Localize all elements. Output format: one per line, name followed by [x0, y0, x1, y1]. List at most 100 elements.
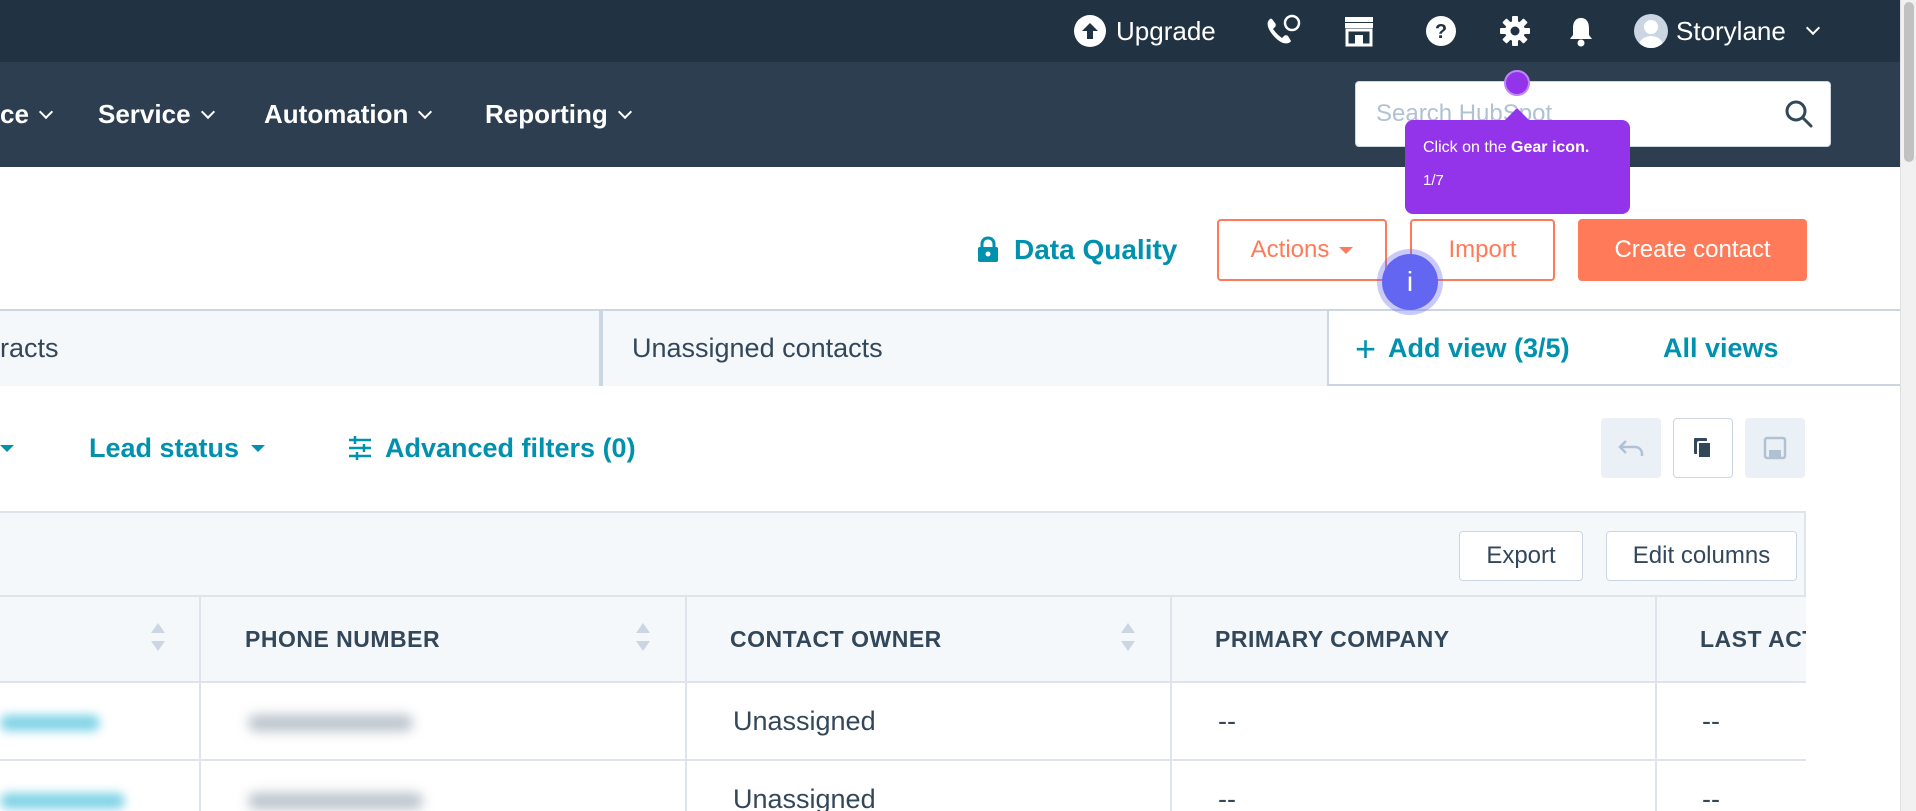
phone-number-redacted — [248, 715, 413, 731]
plus-icon: + — [1355, 327, 1377, 369]
nav-item-automation[interactable]: Automation — [264, 62, 433, 167]
caret-down-icon — [1339, 246, 1354, 254]
gear-icon[interactable] — [1495, 0, 1535, 62]
chevron-down-icon — [617, 104, 632, 119]
table-header: PHONE NUMBER CONTACT OWNER PRIMARY COMPA… — [0, 597, 1806, 683]
advanced-filters-label: Advanced filters (0) — [385, 432, 636, 463]
upgrade-arrow-icon — [1074, 15, 1106, 47]
column-divider — [685, 761, 687, 811]
chevron-down-icon — [418, 104, 433, 119]
chevron-down-icon — [200, 104, 215, 119]
cell-text: Unassigned — [733, 705, 876, 736]
guide-hotspot[interactable] — [1504, 70, 1530, 96]
sort-icon[interactable] — [636, 623, 650, 655]
filter-dropdown-partial[interactable] — [0, 424, 14, 472]
contact-name-redacted[interactable] — [0, 793, 125, 809]
nav-item-commerce[interactable]: ce — [0, 62, 53, 167]
tab-view-contacts[interactable]: racts — [0, 311, 601, 386]
svg-text:?: ? — [1435, 21, 1447, 43]
sort-icon[interactable] — [1121, 623, 1135, 655]
last-activity-cell: -- — [1702, 761, 1720, 811]
info-icon-label: i — [1382, 254, 1438, 310]
nav-item-reporting[interactable]: Reporting — [485, 62, 632, 167]
tooltip-text: Click on the Gear icon. — [1423, 138, 1612, 158]
calling-icon[interactable] — [1262, 0, 1302, 62]
top-bar: Upgrade ? Storylane — [0, 0, 1900, 62]
column-divider — [1170, 597, 1172, 681]
column-divider — [685, 597, 687, 681]
scrollbar-thumb[interactable] — [1904, 2, 1914, 162]
upgrade-button[interactable]: Upgrade — [1074, 0, 1216, 62]
undo-button[interactable] — [1601, 418, 1661, 478]
lead-status-filter[interactable]: Lead status — [89, 424, 266, 472]
info-icon[interactable]: i — [1377, 249, 1443, 315]
contact-name-redacted[interactable] — [0, 715, 100, 731]
view-tabs: racts Unassigned contacts + Add view (3/… — [0, 309, 1900, 386]
nav-item-label: Reporting — [485, 99, 608, 129]
column-header-label: PHONE NUMBER — [245, 625, 441, 652]
column-header-label: PRIMARY COMPANY — [1215, 625, 1450, 652]
lead-status-label: Lead status — [89, 432, 240, 463]
marketplace-icon[interactable] — [1339, 0, 1379, 62]
account-name: Storylane — [1676, 15, 1786, 46]
cell-text: -- — [1218, 783, 1236, 811]
lock-icon — [978, 236, 998, 262]
export-button[interactable]: Export — [1459, 531, 1583, 581]
column-divider — [1170, 761, 1172, 811]
column-header-phone-number[interactable]: PHONE NUMBER — [245, 597, 440, 681]
table-toolbar: Export Edit columns — [0, 511, 1806, 597]
guide-tooltip: Click on the Gear icon. 1/7 — [1405, 108, 1630, 214]
nav-item-label: Service — [98, 99, 191, 129]
import-label: Import — [1448, 236, 1517, 263]
nav-item-label: ce — [0, 99, 29, 129]
save-view-button[interactable] — [1745, 418, 1805, 478]
nav-item-service[interactable]: Service — [98, 62, 215, 167]
actions-label: Actions — [1250, 236, 1330, 263]
copy-icon — [1694, 438, 1712, 459]
contact-owner-cell[interactable]: Unassigned — [733, 683, 876, 759]
clone-view-button[interactable] — [1673, 418, 1733, 478]
add-view-button[interactable]: + Add view (3/5) — [1355, 311, 1570, 386]
column-header-last-activity[interactable]: LAST ACT — [1700, 597, 1806, 681]
table-row[interactable]: Unassigned -- -- — [0, 683, 1806, 761]
sort-icon[interactable] — [151, 623, 165, 655]
tab-unassigned-contacts[interactable]: Unassigned contacts — [601, 311, 1329, 386]
data-quality-link[interactable]: Data Quality — [976, 226, 1177, 274]
edit-columns-button[interactable]: Edit columns — [1606, 531, 1797, 581]
sliders-icon — [349, 436, 371, 460]
notifications-icon[interactable] — [1561, 0, 1601, 62]
save-icon — [1763, 436, 1787, 460]
cell-text: Unassigned — [733, 783, 876, 811]
actions-button[interactable]: Actions — [1217, 219, 1387, 281]
column-header-contact-owner[interactable]: CONTACT OWNER — [730, 597, 942, 681]
column-header-label: CONTACT OWNER — [730, 625, 942, 652]
tooltip-step-counter: 1/7 — [1423, 172, 1444, 189]
search-icon[interactable] — [1784, 99, 1814, 134]
tooltip-bold-text: Gear icon. — [1511, 139, 1590, 156]
column-divider — [1655, 597, 1657, 681]
caret-down-icon — [0, 444, 14, 452]
help-icon[interactable]: ? — [1421, 0, 1461, 62]
edit-columns-label: Edit columns — [1632, 542, 1771, 569]
column-header-primary-company[interactable]: PRIMARY COMPANY — [1215, 597, 1450, 681]
nav-item-label: Automation — [264, 99, 409, 129]
upgrade-label: Upgrade — [1116, 15, 1216, 46]
caret-down-icon — [251, 444, 266, 452]
contact-owner-cell[interactable]: Unassigned — [733, 761, 876, 811]
account-menu[interactable]: Storylane — [1634, 0, 1820, 62]
column-divider — [199, 683, 201, 761]
export-label: Export — [1486, 542, 1556, 569]
table-row[interactable]: Unassigned -- -- — [0, 761, 1806, 811]
all-views-link[interactable]: All views — [1663, 311, 1779, 386]
avatar — [1634, 14, 1668, 48]
column-divider — [199, 761, 201, 811]
column-divider — [1655, 683, 1657, 761]
column-header-label: LAST ACT — [1700, 625, 1806, 652]
advanced-filters-button[interactable]: Advanced filters (0) — [347, 424, 636, 472]
undo-icon — [1618, 440, 1644, 456]
data-quality-label: Data Quality — [1014, 234, 1178, 265]
create-contact-button[interactable]: Create contact — [1578, 219, 1807, 281]
last-activity-cell: -- — [1702, 683, 1720, 759]
chevron-down-icon — [1805, 20, 1820, 36]
page-scrollbar[interactable] — [1900, 0, 1916, 811]
